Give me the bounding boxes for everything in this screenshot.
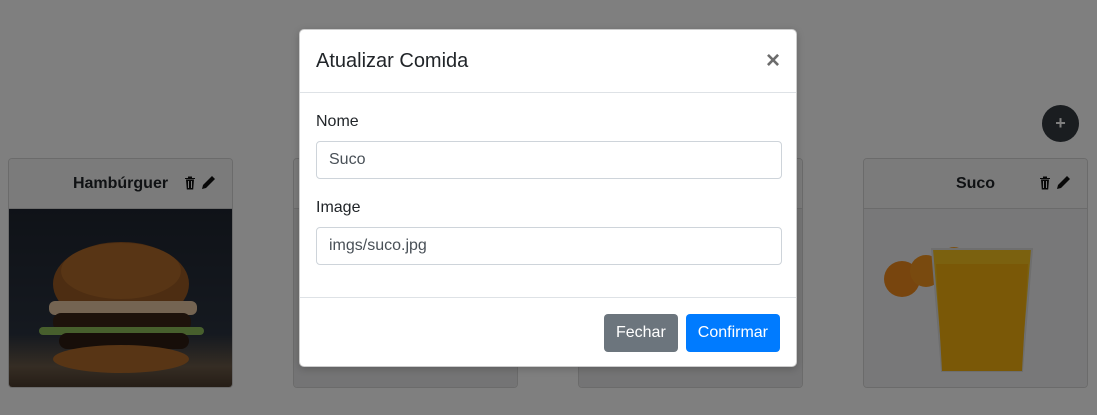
image-label: Image: [316, 199, 361, 216]
modal-header: Atualizar Comida ×: [300, 30, 796, 93]
close-button[interactable]: Fechar: [603, 314, 678, 352]
modal-footer: Fechar Confirmar: [300, 298, 796, 368]
confirm-button[interactable]: Confirmar: [685, 314, 780, 352]
name-label: Nome: [316, 113, 359, 130]
modal-title: Atualizar Comida: [316, 49, 469, 72]
update-food-modal: Atualizar Comida × Nome Image Fechar Con…: [299, 29, 797, 367]
modal-body: Nome Image: [300, 93, 796, 298]
close-icon[interactable]: ×: [766, 49, 780, 73]
name-input[interactable]: [316, 141, 782, 179]
image-input[interactable]: [316, 227, 782, 265]
